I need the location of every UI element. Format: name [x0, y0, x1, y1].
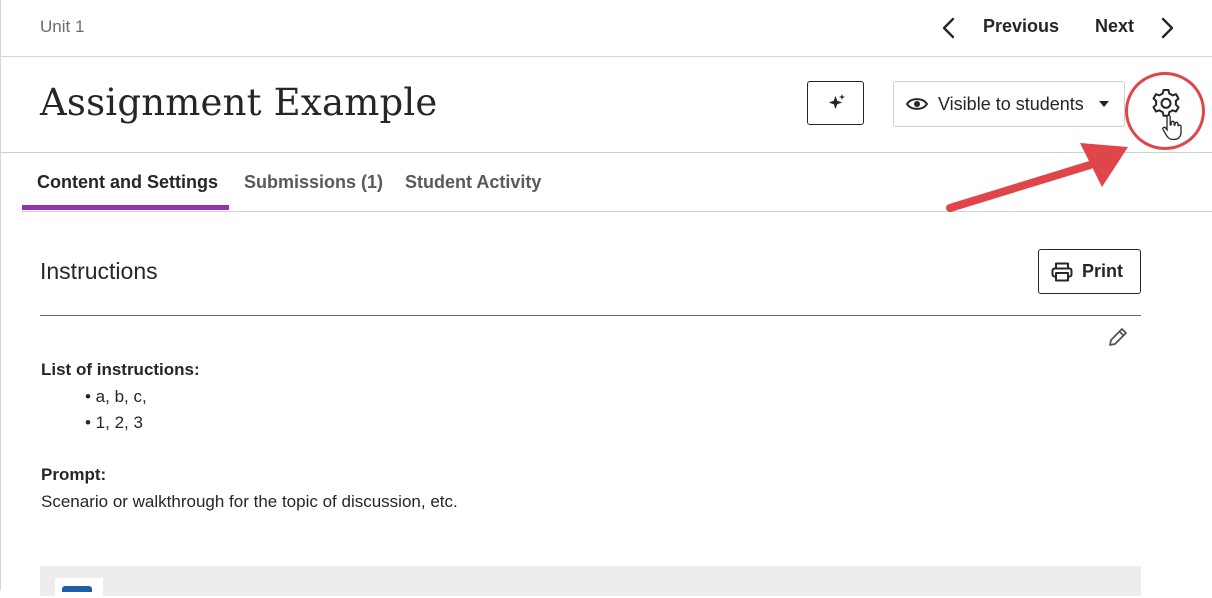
list-item: • a, b, c, [85, 387, 147, 406]
annotation-arrow [946, 143, 1128, 212]
eye-icon [906, 98, 928, 110]
visibility-dropdown[interactable]: Visible to students [893, 81, 1125, 127]
hand-cursor-icon [1162, 115, 1182, 141]
next-button[interactable]: Next [1095, 16, 1134, 37]
sparkle-icon [828, 94, 845, 110]
print-label: Print [1082, 261, 1124, 281]
caret-down-icon [1098, 101, 1109, 107]
prompt-title: Prompt: [41, 465, 107, 484]
document-icon-strip [62, 586, 92, 592]
top-bar: Unit 1 Previous Next [0, 0, 1212, 57]
section-divider [40, 315, 1141, 316]
active-tab-indicator [22, 205, 229, 210]
printer-icon [1051, 262, 1073, 281]
list-item: • 1, 2, 3 [85, 413, 143, 432]
chevron-right-icon[interactable] [1156, 14, 1178, 42]
visibility-label: Visible to students [938, 93, 1084, 114]
pencil-icon[interactable] [1107, 326, 1129, 348]
page-title: Assignment Example [40, 81, 438, 124]
instructions-heading: Instructions [40, 258, 158, 284]
breadcrumb[interactable]: Unit 1 [40, 17, 84, 37]
previous-button[interactable]: Previous [983, 16, 1059, 37]
document-icon[interactable] [55, 578, 103, 598]
chevron-left-icon[interactable] [938, 14, 960, 42]
tab-submissions[interactable]: Submissions (1) [244, 172, 383, 193]
prompt-text: Scenario or walkthrough for the topic of… [41, 492, 458, 511]
list-title: List of instructions: [41, 360, 200, 379]
attachment-area [40, 566, 1141, 596]
print-button[interactable]: Print [1038, 249, 1141, 294]
tab-student-activity[interactable]: Student Activity [405, 172, 541, 193]
page: Unit 1 Previous Next Assignment Example … [0, 0, 1212, 598]
tab-content-and-settings[interactable]: Content and Settings [37, 172, 218, 193]
ai-assist-button[interactable] [807, 81, 864, 125]
